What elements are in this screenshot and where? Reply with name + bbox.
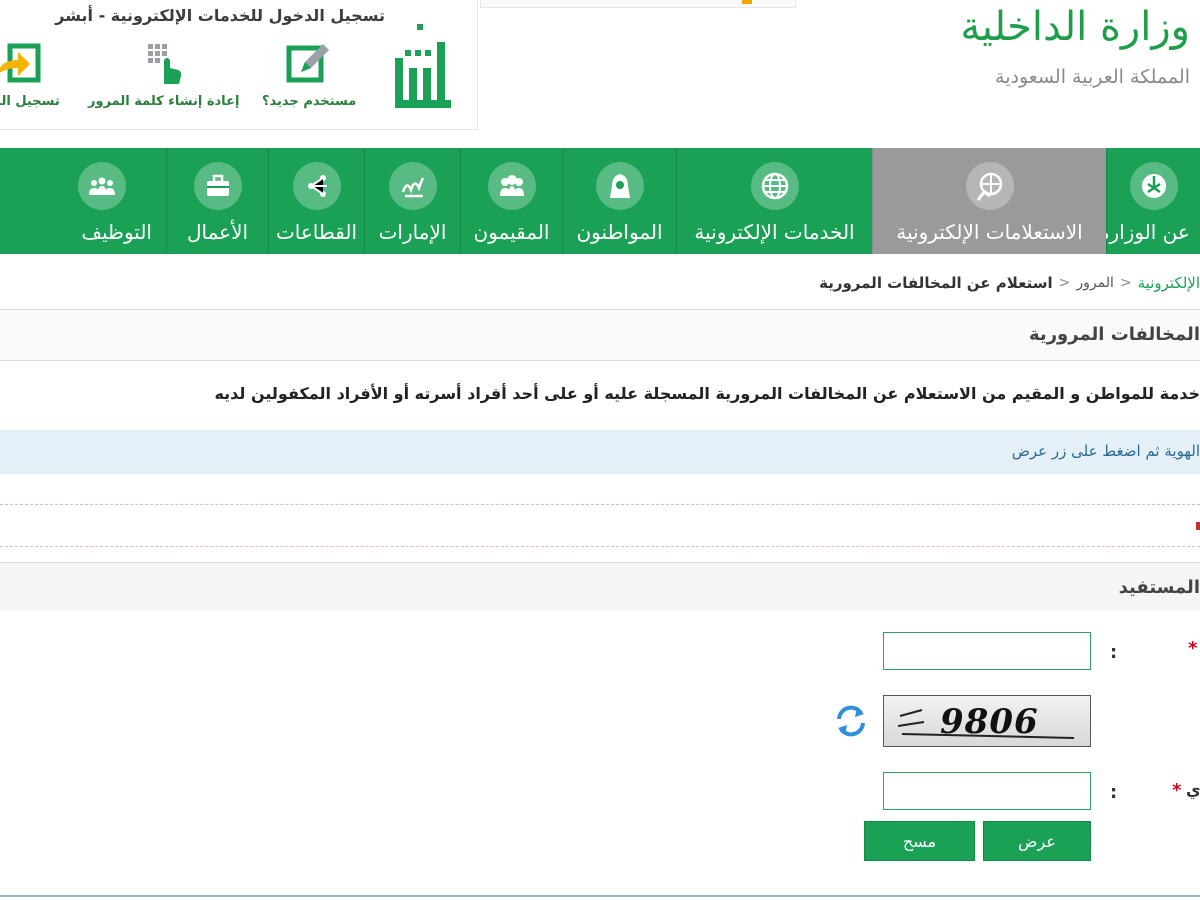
residents-icon — [487, 162, 536, 210]
briefcase-icon — [193, 162, 242, 210]
nav-item-emirates[interactable]: الإمارات — [364, 148, 460, 254]
nav-label-inquiries: الاستعلامات الإلكترونية — [896, 220, 1083, 244]
ministry-name[interactable]: وزارة الداخلية — [960, 4, 1190, 50]
nav-item-about-ministry[interactable]: عن الوزارة — [1099, 148, 1200, 254]
calligraphy-icon — [388, 162, 437, 210]
section-header: المستفيد — [0, 562, 1200, 610]
required-mark: * — [1188, 638, 1198, 659]
chevron-left-icon: < — [1119, 275, 1132, 291]
beneficiary-section-title: المستفيد — [1118, 577, 1200, 598]
info-text: الهوية ثم اضغط على زر عرض — [1011, 442, 1200, 460]
nav-label-citizens: المواطنون — [576, 220, 663, 244]
nav-item-business[interactable]: الأعمال — [166, 148, 268, 254]
absher-logo[interactable] — [391, 20, 453, 110]
captcha-text: 9806 — [940, 702, 1039, 742]
edit-icon — [286, 44, 330, 83]
divider — [0, 504, 1200, 505]
panel-title: المخالفات المرورية — [1029, 324, 1200, 345]
nav-label-residents: المقيمون — [473, 220, 550, 244]
field-label-fragment: ي — [1186, 780, 1200, 799]
nav-item-electronic-inquiries[interactable]: الاستعلامات الإلكترونية — [872, 148, 1106, 254]
nav-item-electronic-services[interactable]: الخدمات الإلكترونية — [676, 148, 872, 254]
login-arrow-icon — [0, 43, 41, 83]
globe-icon — [750, 162, 799, 210]
service-description: خدمة للمواطن و المقيم من الاستعلام عن ال… — [214, 384, 1200, 403]
nav-item-citizens[interactable]: المواطنون — [562, 148, 676, 254]
globe-hand-icon — [965, 162, 1014, 210]
nav-item-employment[interactable]: التوظيف — [0, 148, 166, 254]
citizen-icon — [595, 162, 644, 210]
field-colon: : — [1110, 642, 1118, 663]
emblem-icon — [1129, 162, 1178, 210]
hand-keypad-icon — [147, 44, 181, 84]
panel-header: المخالفات المرورية — [0, 309, 1200, 361]
login-label: تسجيل الد — [0, 94, 60, 109]
id-number-input[interactable] — [883, 632, 1091, 670]
absher-title: تسجيل الدخول للخدمات الإلكترونية - أبشر — [55, 6, 385, 25]
nav-label-business: الأعمال — [186, 220, 249, 244]
new-user-link[interactable]: مستخدم جديد؟ — [262, 40, 356, 109]
login-link[interactable]: تسجيل الد — [0, 40, 74, 109]
divider — [0, 546, 1200, 547]
error-marker — [1196, 522, 1200, 530]
team-icon — [78, 162, 126, 210]
ministry-subtitle: المملكة العربية السعودية — [995, 66, 1190, 88]
info-bar: الهوية ثم اضغط على زر عرض — [0, 430, 1200, 474]
main-nav: عن الوزارة الاستعلامات الإلكترونية الخدم… — [0, 148, 1200, 254]
show-button[interactable]: عرض — [983, 821, 1091, 861]
field-colon: : — [1110, 782, 1118, 803]
reset-password-label: إعادة إنشاء كلمة المرور — [88, 94, 240, 109]
breadcrumb: الإلكترونية < المرور < استعلام عن المخال… — [819, 270, 1200, 296]
nav-label-services: الخدمات الإلكترونية — [694, 220, 855, 244]
nav-item-residents[interactable]: المقيمون — [460, 148, 562, 254]
share-nodes-icon — [292, 162, 341, 210]
captcha-image: 9806 — [883, 695, 1091, 747]
captcha-input[interactable] — [883, 772, 1091, 810]
required-mark: * — [1172, 780, 1182, 801]
breadcrumb-current: استعلام عن المخالفات المرورية — [819, 274, 1053, 292]
nav-label-emirates: الإمارات — [378, 220, 447, 244]
nav-label-about: عن الوزارة — [1099, 220, 1190, 244]
reset-password-link[interactable]: إعادة إنشاء كلمة المرور — [88, 40, 239, 109]
nav-label-employment: التوظيف — [81, 220, 152, 244]
breadcrumb-electronic[interactable]: الإلكترونية — [1138, 274, 1200, 292]
nav-label-sectors: القطاعات — [275, 220, 358, 244]
chevron-left-icon: < — [1058, 275, 1071, 291]
refresh-captcha-icon[interactable] — [833, 703, 869, 739]
absher-login-box: تسجيل الدخول للخدمات الإلكترونية - أبشر … — [0, 0, 478, 130]
top-strip-marker — [742, 0, 752, 4]
breadcrumb-traffic[interactable]: المرور — [1076, 275, 1114, 291]
nav-item-sectors[interactable]: القطاعات — [268, 148, 364, 254]
clear-button[interactable]: مسح — [864, 821, 975, 861]
new-user-label: مستخدم جديد؟ — [262, 94, 357, 109]
bottom-border — [0, 895, 1200, 897]
